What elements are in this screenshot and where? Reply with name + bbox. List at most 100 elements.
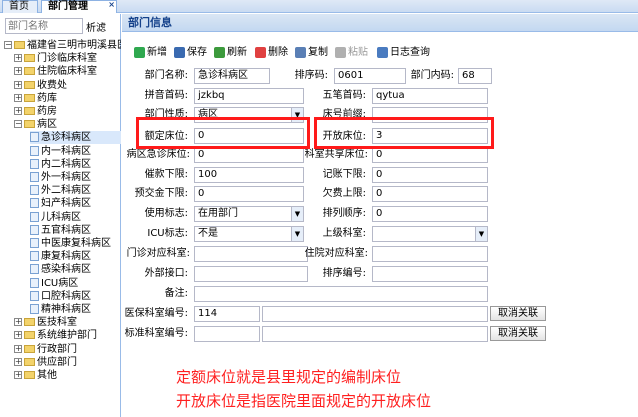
tree-node[interactable]: 外一科病区 (30, 171, 121, 184)
overdraft-field[interactable]: 100 (194, 167, 304, 183)
prepay-label: 预交金下限: (134, 188, 188, 199)
annotation-note-line2: 开放床位是指医院里面规定的开放床位 (176, 392, 432, 410)
sort-no-label: 排序码: (294, 70, 328, 81)
prepay-field[interactable]: 0 (194, 186, 304, 202)
tab-home[interactable]: 首页 (2, 0, 38, 13)
tree-node[interactable]: 内一科病区 (30, 145, 121, 158)
tree-node[interactable]: + 药房 (14, 105, 121, 118)
dept-name-search-input[interactable] (5, 18, 83, 34)
tree-node[interactable]: ICU病区 (30, 277, 121, 290)
superior-select[interactable]: ▼ (372, 226, 488, 242)
toolbar-button[interactable]: 粘贴 (335, 45, 368, 61)
filter-button[interactable]: 析滤 (86, 19, 106, 34)
folder-icon (24, 344, 35, 353)
ext-label: 外部接口: (144, 268, 188, 279)
tree-node-label: 药房 (37, 106, 57, 117)
tree-node[interactable]: + 收费处 (14, 79, 121, 92)
outpatient-field[interactable] (194, 246, 308, 262)
toolbar-button[interactable]: 复制 (295, 45, 328, 61)
tree-node[interactable]: + 行政部门 (14, 343, 121, 356)
expand-icon[interactable]: + (14, 318, 22, 327)
expand-icon[interactable]: + (14, 80, 22, 89)
chevron-down-icon[interactable]: ▼ (291, 227, 303, 241)
tree-node[interactable]: + 系统维护部门 (14, 329, 121, 342)
expand-icon[interactable]: + (14, 371, 22, 379)
toolbar-button[interactable]: 日志查询 (377, 45, 430, 61)
insurance-code-field[interactable]: 114 (194, 306, 260, 322)
tree-node[interactable]: 康复科病区 (30, 250, 121, 263)
remark-field[interactable] (194, 286, 488, 302)
tree-node[interactable]: 精神科病区 (30, 303, 121, 316)
status-select[interactable]: 在用部门 ▼ (194, 206, 304, 222)
expand-icon[interactable]: + (14, 54, 22, 63)
tree-node[interactable]: 妇产科病区 (30, 197, 121, 210)
toolbar-button[interactable]: 保存 (174, 45, 207, 61)
standard-code-field[interactable] (194, 326, 260, 342)
tree-node[interactable]: 内二科病区 (30, 158, 121, 171)
tab-dept-management[interactable]: 部门管理 × (41, 0, 117, 13)
delete-icon (255, 46, 266, 58)
sort-order-label: 排列顺序: (322, 208, 366, 219)
folder-icon (24, 331, 35, 340)
tree-node[interactable]: + 医技科室 (14, 316, 121, 329)
insurance-unlink-button[interactable]: 取消关联 (490, 306, 546, 321)
emerg-bed-field[interactable]: 0 (194, 147, 304, 163)
tree-node[interactable]: 急诊科病区 (30, 131, 121, 145)
status-value: 在用部门 (198, 208, 238, 219)
tree-node[interactable]: 儿科病区 (30, 211, 121, 224)
collapse-icon[interactable]: − (4, 41, 12, 49)
toolbar-button[interactable]: 新增 (134, 45, 167, 61)
tree-node[interactable]: 口腔科病区 (30, 290, 121, 303)
sort-no-field[interactable]: 0601 (334, 68, 406, 84)
save-icon (174, 46, 185, 58)
document-icon (30, 145, 39, 156)
tree-node[interactable]: 外二科病区 (30, 184, 121, 197)
expand-icon[interactable]: + (14, 331, 22, 340)
expand-icon[interactable]: + (14, 107, 22, 115)
tree-node-label: 口腔科病区 (41, 290, 91, 302)
dept-name-field[interactable]: 急诊科病区 (194, 68, 270, 84)
tree-node-label: 供应部门 (37, 356, 77, 368)
insurance-name-field[interactable] (262, 306, 488, 322)
expand-icon[interactable]: + (14, 357, 22, 366)
folder-icon (24, 371, 35, 379)
standard-name-field[interactable] (262, 326, 488, 342)
close-icon[interactable]: × (108, 0, 115, 11)
tree-node[interactable]: − 病区 (14, 118, 121, 131)
wubi-field[interactable]: qytua (372, 88, 488, 104)
toolbar-button-label: 删除 (268, 47, 288, 58)
toolbar-button[interactable]: 删除 (255, 45, 288, 61)
tree-node-label: 感染科病区 (41, 264, 91, 276)
ext-field[interactable] (194, 266, 308, 282)
chevron-down-icon[interactable]: ▼ (475, 227, 487, 241)
tree-node[interactable]: 五官科病区 (30, 224, 121, 237)
tree-node[interactable]: − 福建省三明市明溪县医 (4, 39, 121, 52)
copy-icon (295, 46, 306, 58)
arrears-field[interactable]: 0 (372, 186, 488, 202)
sort-order-field[interactable]: 0 (372, 206, 488, 222)
sort-code-field[interactable] (372, 266, 488, 282)
expand-icon[interactable]: + (14, 67, 22, 76)
toolbar-button[interactable]: 刷新 (214, 45, 247, 61)
tree-node[interactable]: + 药库 (14, 92, 121, 105)
tree-node[interactable]: + 门诊临床科室 (14, 52, 121, 65)
inpatient-field[interactable] (372, 246, 488, 262)
dept-code-field[interactable]: 68 (458, 68, 492, 84)
tree-node[interactable]: + 供应部门 (14, 356, 121, 369)
expand-icon[interactable]: + (14, 93, 22, 102)
panel-title: 部门信息 (122, 14, 638, 32)
tree-node[interactable]: 感染科病区 (30, 263, 121, 276)
quota-bed-highlight-box (136, 117, 310, 149)
pinyin-field[interactable]: jzkbq (194, 88, 304, 104)
collapse-icon[interactable]: − (14, 120, 22, 129)
tree-node[interactable]: 中医康复科病区 (30, 237, 121, 250)
account-limit-field[interactable]: 0 (372, 167, 488, 183)
tree-node[interactable]: + 其他 (14, 369, 121, 382)
icu-select[interactable]: 不是 ▼ (194, 226, 304, 242)
expand-icon[interactable]: + (14, 344, 22, 353)
chevron-down-icon[interactable]: ▼ (291, 207, 303, 221)
shared-dept-field[interactable]: 0 (372, 147, 488, 163)
standard-unlink-button[interactable]: 取消关联 (490, 326, 546, 341)
tree-node[interactable]: + 住院临床科室 (14, 65, 121, 78)
document-icon (30, 185, 39, 196)
